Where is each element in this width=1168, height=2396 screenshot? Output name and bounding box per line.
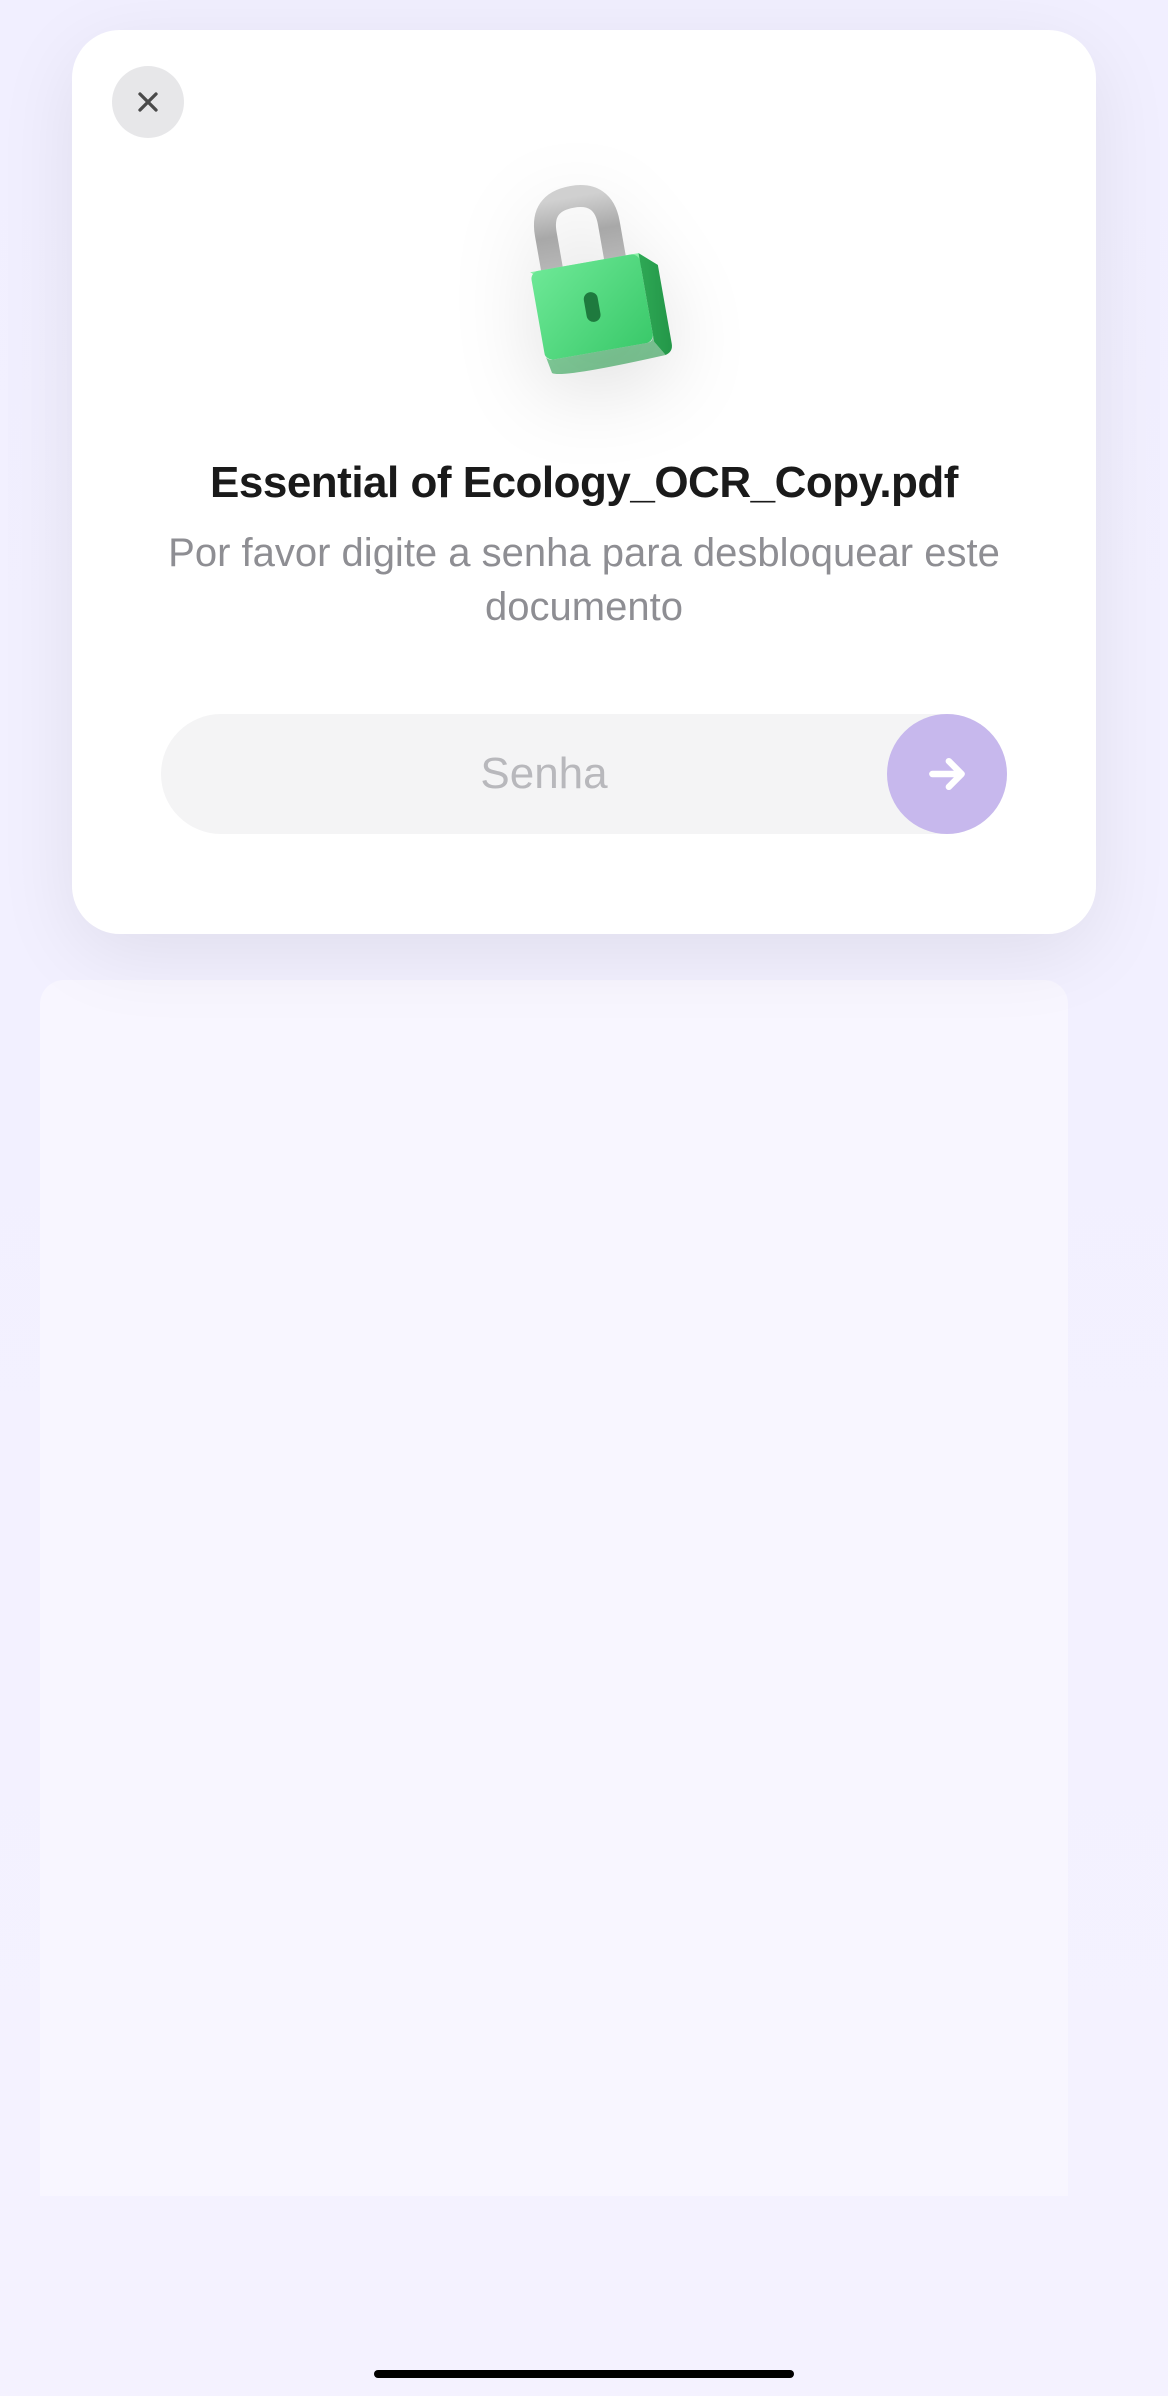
password-input-wrapper <box>161 714 1007 834</box>
home-indicator[interactable] <box>374 2370 794 2378</box>
password-input[interactable] <box>161 714 1007 834</box>
document-title: Essential of Ecology_OCR_Copy.pdf <box>112 458 1056 508</box>
arrow-right-icon <box>925 752 969 796</box>
close-button[interactable] <box>112 66 184 138</box>
password-form <box>112 714 1056 834</box>
lock-illustration <box>112 178 1056 378</box>
unlock-document-modal: Essential of Ecology_OCR_Copy.pdf Por fa… <box>72 30 1096 934</box>
submit-button[interactable] <box>887 714 1007 834</box>
lock-icon <box>494 178 674 378</box>
unlock-instruction: Por favor digite a senha para desbloquea… <box>112 526 1056 634</box>
close-icon <box>132 86 164 118</box>
background-content <box>40 980 1068 2196</box>
